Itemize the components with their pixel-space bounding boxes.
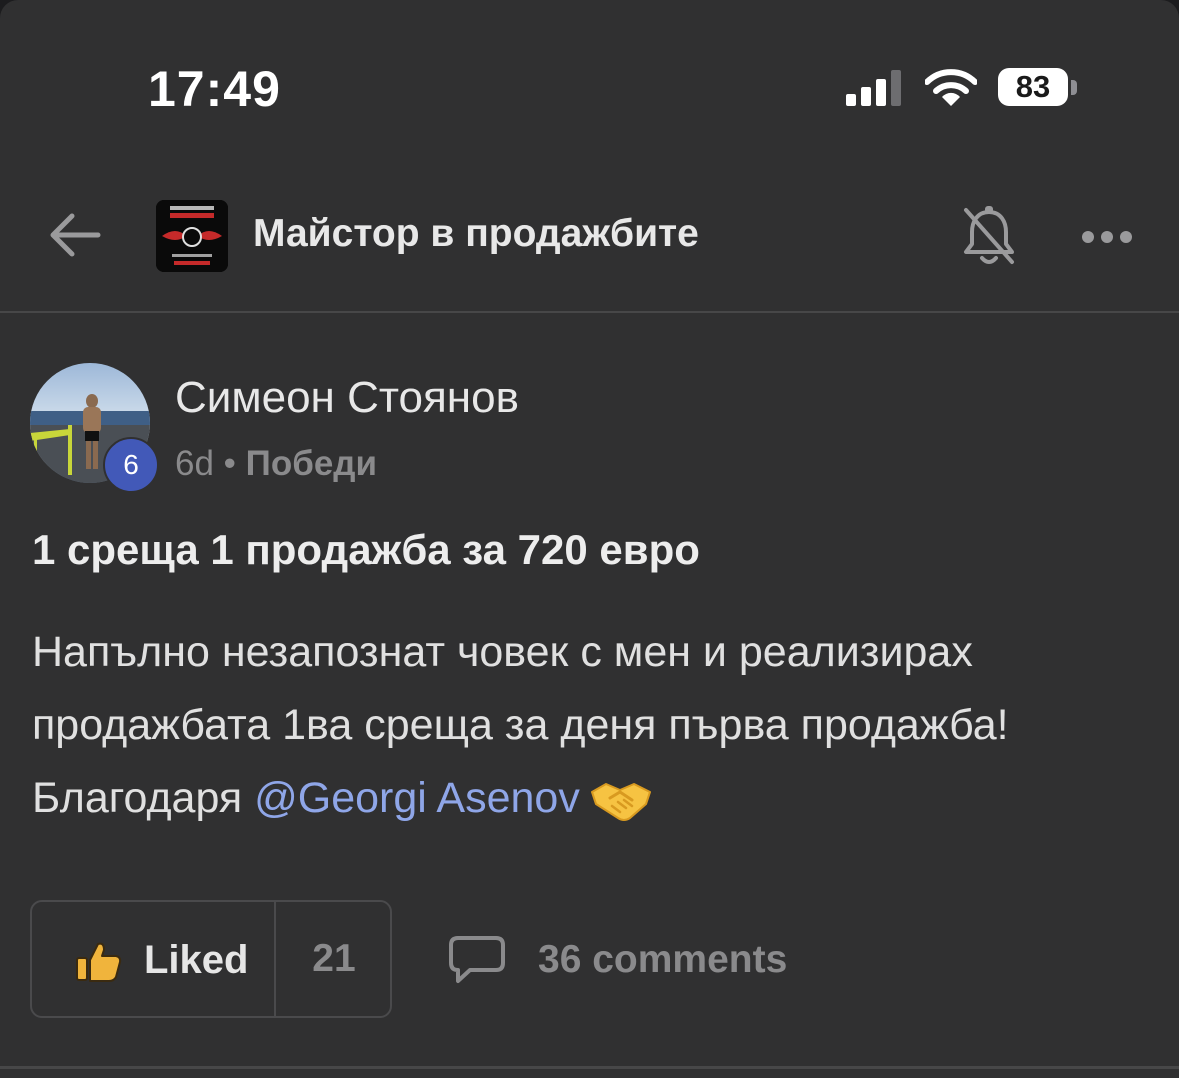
- author-name[interactable]: Симеон Стоянов: [175, 373, 519, 423]
- arrow-left-icon[interactable]: [48, 210, 102, 260]
- thanks-text: Благодаря: [32, 774, 255, 822]
- more-horizontal-icon[interactable]: [1080, 226, 1134, 248]
- post-divider: [0, 1066, 1179, 1069]
- user-mention-link[interactable]: @Georgi Asenov: [254, 774, 580, 822]
- post-title: 1 среща 1 продажба за 720 евро: [32, 526, 700, 573]
- header-divider: [0, 311, 1179, 313]
- like-box: Liked 21: [30, 900, 392, 1018]
- bell-muted-icon[interactable]: [962, 204, 1016, 268]
- status-time: 17:49: [148, 61, 281, 117]
- post-body-line: Напълно незапознат човек с мен и реализи…: [32, 628, 973, 676]
- thumbs-up-icon: [76, 942, 122, 982]
- post-category[interactable]: Победи: [246, 444, 377, 483]
- post-body-line: Благодаря @Georgi Asenov: [32, 762, 1162, 835]
- battery-level: 83: [1015, 69, 1051, 104]
- wifi-icon: [925, 69, 977, 106]
- group-logo-image: [156, 200, 228, 272]
- comments-button[interactable]: 36 comments: [448, 930, 787, 990]
- handshake-emoji: [590, 782, 651, 821]
- post-body: Напълно незапознат човек с мен и реализи…: [32, 616, 1162, 835]
- comments-label: 36 comments: [538, 938, 788, 981]
- like-label: Liked: [144, 938, 249, 982]
- meta-separator: •: [223, 444, 236, 483]
- battery-tip: [1071, 80, 1077, 95]
- group-name[interactable]: Майстор в продажбите: [253, 212, 699, 256]
- post-body-line: продажбата 1ва среща за деня първа прода…: [32, 701, 1009, 749]
- like-count[interactable]: 21: [276, 902, 392, 1016]
- comment-bubble-icon: [449, 936, 505, 983]
- post-meta: 6d • Победи: [175, 444, 377, 484]
- level-badge: 6: [103, 437, 159, 493]
- battery-icon: 83: [998, 68, 1068, 106]
- cellular-signal-icon: [846, 70, 901, 106]
- like-button[interactable]: Liked: [32, 902, 276, 1016]
- app-screen: 17:49 83 Майстор в продажбите 6 Симеон С…: [0, 0, 1179, 1078]
- post-time: 6d: [175, 444, 214, 483]
- group-logo[interactable]: [156, 200, 228, 272]
